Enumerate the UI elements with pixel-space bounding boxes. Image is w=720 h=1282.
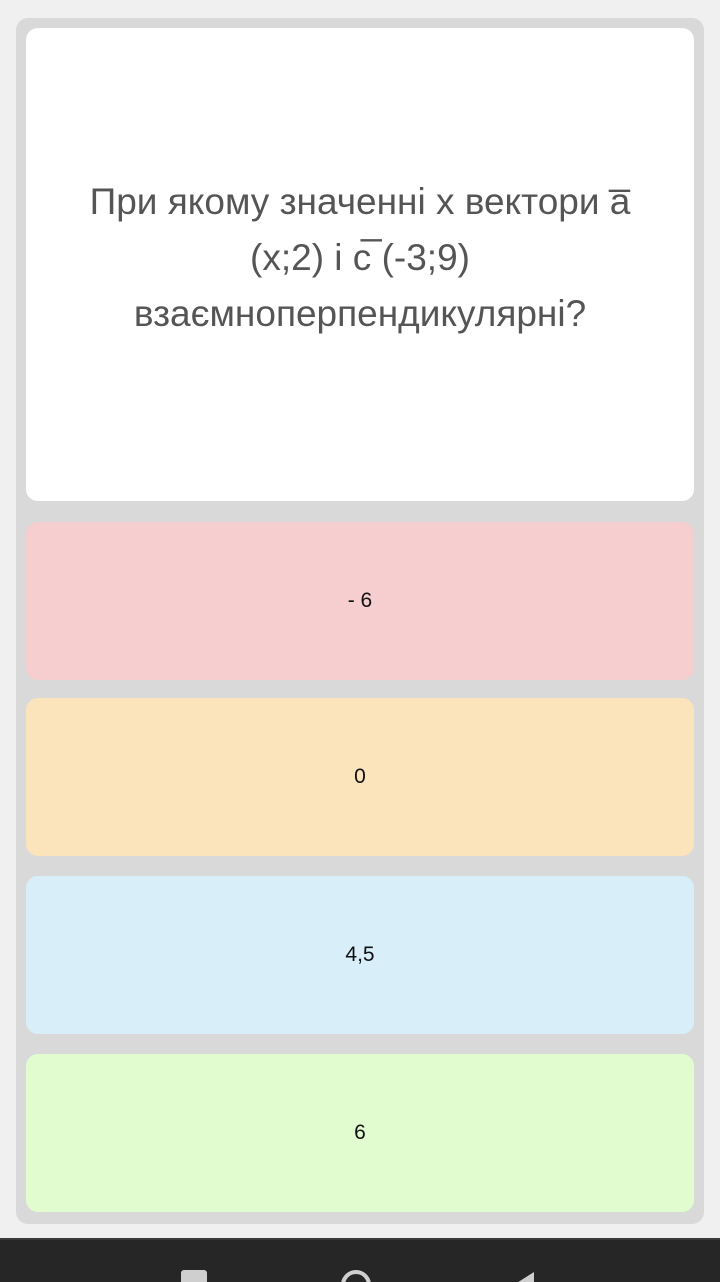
question-card: При якому значенні х вектори a̅ (х;2) і … <box>26 28 694 501</box>
answer-option-2-label: 0 <box>354 765 366 788</box>
home-icon[interactable] <box>341 1270 371 1282</box>
answer-option-3[interactable]: 4,5 <box>26 876 694 1034</box>
answer-option-4-label: 6 <box>354 1121 366 1144</box>
answer-option-1[interactable]: - 6 <box>26 522 694 680</box>
system-navigation-bar <box>0 1238 720 1282</box>
answer-option-2[interactable]: 0 <box>26 698 694 856</box>
question-text: При якому значенні х вектори a̅ (х;2) і … <box>89 180 631 334</box>
quiz-container: При якому значенні х вектори a̅ (х;2) і … <box>16 18 704 1224</box>
recent-apps-icon[interactable] <box>181 1270 207 1282</box>
back-icon[interactable] <box>512 1272 534 1282</box>
answer-option-4[interactable]: 6 <box>26 1054 694 1212</box>
answer-option-3-label: 4,5 <box>345 943 375 966</box>
answer-option-1-label: - 6 <box>347 589 373 612</box>
